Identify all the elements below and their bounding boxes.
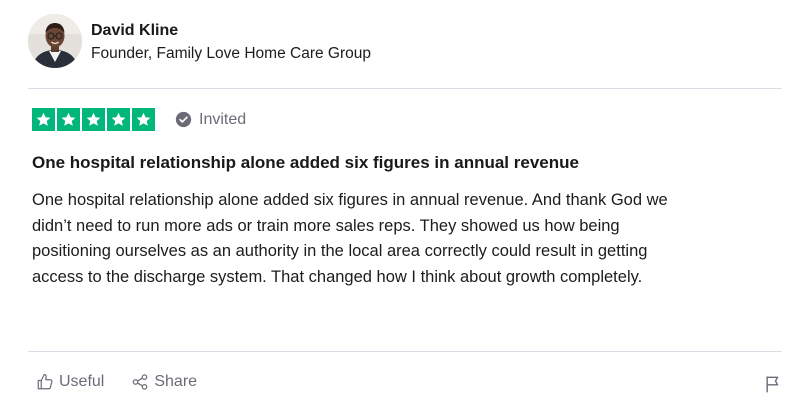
invited-badge: Invited — [175, 110, 246, 130]
reviewer-name[interactable]: David Kline — [91, 21, 371, 41]
useful-button[interactable]: Useful — [36, 372, 104, 392]
invited-label: Invited — [199, 110, 247, 128]
avatar-image — [28, 14, 82, 68]
avatar[interactable] — [28, 14, 82, 68]
thumbs-up-icon — [37, 373, 53, 390]
reviewer-title: Founder, Family Love Home Care Group — [91, 44, 371, 62]
share-label: Share — [154, 373, 198, 390]
header-divider — [28, 88, 782, 89]
reviewer-info: David Kline Founder, Family Love Home Ca… — [28, 14, 371, 68]
useful-label: Useful — [59, 373, 105, 390]
check-circle-icon — [175, 111, 192, 128]
star-icon — [32, 108, 55, 131]
review-card: David Kline Founder, Family Love Home Ca… — [0, 0, 810, 415]
reviewer-text: David Kline Founder, Family Love Home Ca… — [91, 19, 371, 64]
review-body-line: positioning ourselves as an authority in… — [32, 242, 648, 260]
star-icon — [57, 108, 80, 131]
flag-icon — [766, 376, 779, 393]
review-body: One hospital relationship alone added si… — [32, 188, 772, 290]
share-button[interactable]: Share — [131, 372, 197, 392]
star-icon — [132, 108, 155, 131]
star-icon — [82, 108, 105, 131]
review-body-line: didn’t need to run more ads or train mor… — [32, 216, 620, 235]
report-button[interactable] — [763, 374, 783, 394]
review-title: One hospital relationship alone added si… — [32, 153, 579, 172]
star-icon — [107, 108, 130, 131]
star-rating — [32, 108, 155, 131]
review-body-line: access to the discharge system. That cha… — [32, 267, 643, 286]
share-icon — [133, 374, 148, 390]
rating-row: Invited — [32, 108, 246, 131]
review-actions: Useful Share — [36, 372, 197, 392]
footer-divider — [28, 351, 782, 352]
review-body-line: One hospital relationship alone added si… — [32, 191, 668, 209]
